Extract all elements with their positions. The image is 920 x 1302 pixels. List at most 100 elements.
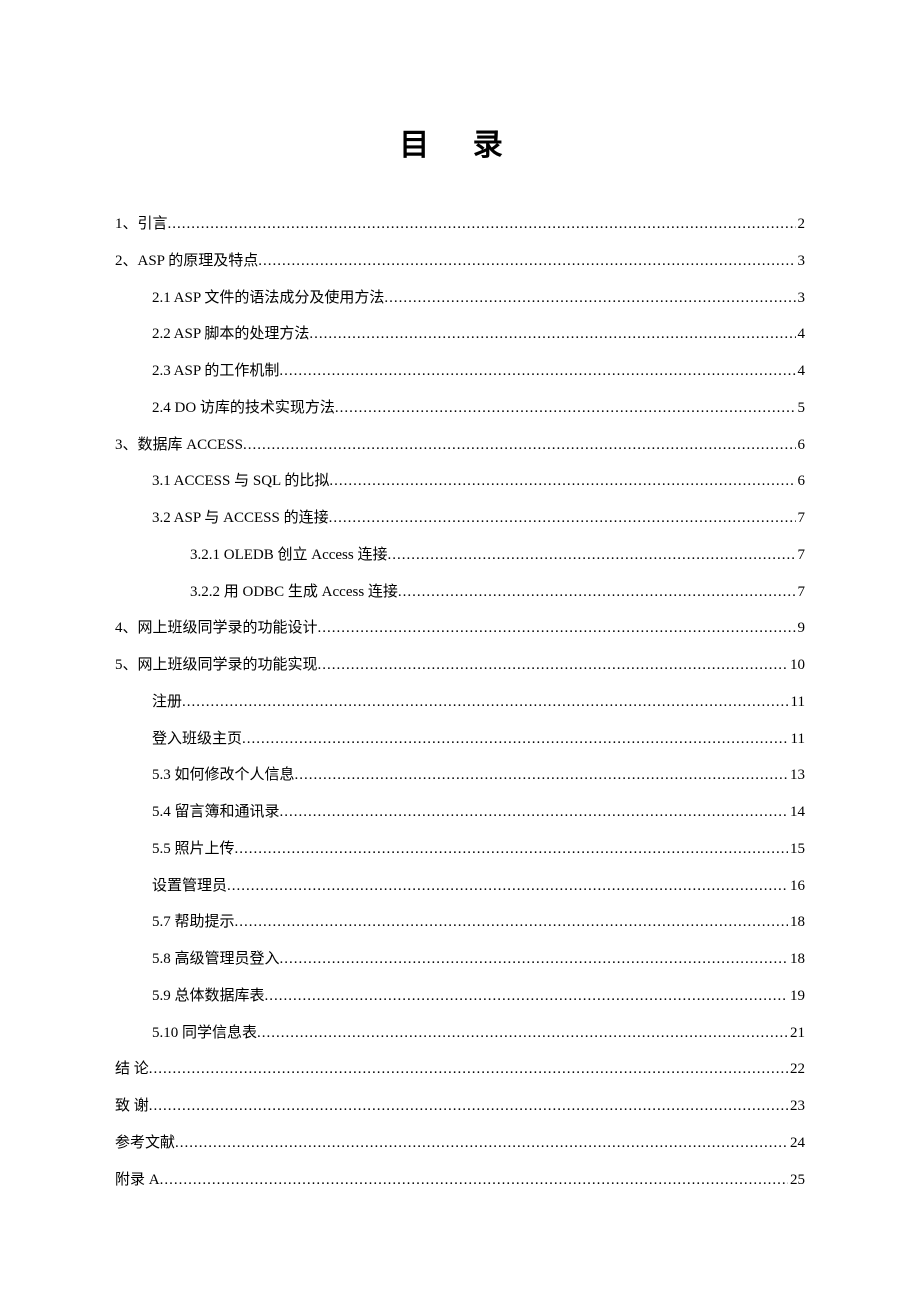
toc-entry: 5.9 总体数据库表 19 bbox=[115, 978, 805, 1015]
toc-entry: 3.1 ACCESS 与 SQL 的比拟 6 bbox=[115, 463, 805, 500]
toc-leader-dots bbox=[235, 904, 788, 941]
toc-entry-label: 3.1 ACCESS 与 SQL 的比拟 bbox=[152, 463, 329, 500]
toc-leader-dots bbox=[160, 1162, 788, 1199]
toc-leader-dots bbox=[329, 463, 795, 500]
toc-entry-label: 5.8 高级管理员登入 bbox=[152, 941, 280, 978]
toc-entry-page: 5 bbox=[796, 390, 806, 427]
toc-entry-label: 5.10 同学信息表 bbox=[152, 1015, 257, 1052]
toc-leader-dots bbox=[175, 1125, 788, 1162]
toc-entry-page: 11 bbox=[789, 684, 805, 721]
toc-entry-page: 21 bbox=[788, 1015, 805, 1052]
toc-entry: 4、网上班级同学录的功能设计 9 bbox=[115, 610, 805, 647]
toc-entry-label: 5.3 如何修改个人信息 bbox=[152, 757, 295, 794]
toc-entry-page: 14 bbox=[788, 794, 805, 831]
toc-entry-page: 11 bbox=[789, 721, 805, 758]
toc-entry: 3、数据库 ACCESS 6 bbox=[115, 427, 805, 464]
toc-leader-dots bbox=[309, 316, 795, 353]
toc-entry-page: 6 bbox=[796, 427, 806, 464]
toc-leader-dots bbox=[335, 390, 796, 427]
toc-entry-label: 4、网上班级同学录的功能设计 bbox=[115, 610, 318, 647]
document-page: 目 录 1、引言22、ASP 的原理及特点32.1 ASP 文件的语法成分及使用… bbox=[0, 0, 920, 1298]
toc-entry: 5.5 照片上传15 bbox=[115, 831, 805, 868]
toc-entry-page: 3 bbox=[796, 243, 806, 280]
toc-entry: 5.4 留言簿和通讯录14 bbox=[115, 794, 805, 831]
toc-leader-dots bbox=[280, 794, 788, 831]
toc-leader-dots bbox=[257, 1015, 788, 1052]
toc-entry-label: 参考文献 bbox=[115, 1125, 175, 1162]
toc-entry-page: 22 bbox=[788, 1051, 805, 1088]
toc-entry-label: 2.1 ASP 文件的语法成分及使用方法 bbox=[152, 280, 384, 317]
toc-entry-page: 7 bbox=[796, 537, 806, 574]
toc-entry-label: 3.2.2 用 ODBC 生成 Access 连接 bbox=[190, 574, 398, 611]
toc-entry-page: 2 bbox=[796, 206, 806, 243]
toc-leader-dots bbox=[280, 941, 788, 978]
toc-entry-page: 24 bbox=[788, 1125, 805, 1162]
toc-leader-dots bbox=[258, 243, 795, 280]
toc-entry-page: 3 bbox=[796, 280, 806, 317]
toc-entry-label: 2.4 DO 访库的技术实现方法 bbox=[152, 390, 335, 427]
toc-leader-dots bbox=[149, 1051, 788, 1088]
toc-entry-page: 23 bbox=[788, 1088, 805, 1125]
toc-entry-label: 附录 A bbox=[115, 1162, 160, 1199]
toc-entry-label: 致 谢 bbox=[115, 1088, 149, 1125]
toc-entry-label: 2.2 ASP 脚本的处理方法 bbox=[152, 316, 309, 353]
toc-entry-page: 4 bbox=[796, 316, 806, 353]
toc-entry-label: 设置管理员 bbox=[152, 868, 227, 905]
toc-entry: 5.10 同学信息表 21 bbox=[115, 1015, 805, 1052]
toc-entry: 致 谢 23 bbox=[115, 1088, 805, 1125]
toc-entry-page: 16 bbox=[788, 868, 805, 905]
toc-entry: 2.3 ASP 的工作机制 4 bbox=[115, 353, 805, 390]
toc-entry-label: 3、数据库 ACCESS bbox=[115, 427, 243, 464]
toc-entry: 2、ASP 的原理及特点3 bbox=[115, 243, 805, 280]
toc-leader-dots bbox=[387, 537, 795, 574]
toc-entry: 1、引言 2 bbox=[115, 206, 805, 243]
toc-entry: 登入班级主页 11 bbox=[115, 721, 805, 758]
toc-entry-page: 19 bbox=[788, 978, 805, 1015]
toc-entry: 3.2.2 用 ODBC 生成 Access 连接 7 bbox=[115, 574, 805, 611]
toc-entry-label: 注册 bbox=[152, 684, 182, 721]
toc-leader-dots bbox=[182, 684, 789, 721]
toc-entry-label: 结 论 bbox=[115, 1051, 149, 1088]
toc-entry-label: 5、网上班级同学录的功能实现 bbox=[115, 647, 318, 684]
toc-entry: 附录 A25 bbox=[115, 1162, 805, 1199]
toc-entry: 5.3 如何修改个人信息13 bbox=[115, 757, 805, 794]
toc-entry-page: 18 bbox=[788, 941, 805, 978]
toc-entry: 5.7 帮助提示 18 bbox=[115, 904, 805, 941]
toc-leader-dots bbox=[235, 831, 788, 868]
toc-entry: 2.2 ASP 脚本的处理方法 4 bbox=[115, 316, 805, 353]
toc-entry-label: 5.9 总体数据库表 bbox=[152, 978, 265, 1015]
toc-leader-dots bbox=[265, 978, 788, 1015]
toc-leader-dots bbox=[227, 868, 788, 905]
toc-leader-dots bbox=[279, 353, 795, 390]
toc-entry: 5.8 高级管理员登入 18 bbox=[115, 941, 805, 978]
toc-leader-dots bbox=[242, 721, 789, 758]
toc-entry: 3.2.1 OLEDB 创立 Access 连接 7 bbox=[115, 537, 805, 574]
toc-entry: 参考文献 24 bbox=[115, 1125, 805, 1162]
toc-leader-dots bbox=[243, 427, 796, 464]
toc-entry-label: 1、引言 bbox=[115, 206, 168, 243]
toc-leader-dots bbox=[168, 206, 796, 243]
toc-entry-label: 登入班级主页 bbox=[152, 721, 242, 758]
toc-entry-page: 15 bbox=[788, 831, 805, 868]
toc-entry: 设置管理员 16 bbox=[115, 868, 805, 905]
toc-entry-page: 7 bbox=[796, 574, 806, 611]
toc-leader-dots bbox=[318, 647, 788, 684]
toc-entry-page: 6 bbox=[796, 463, 806, 500]
toc-entry: 3.2 ASP 与 ACCESS 的连接 7 bbox=[115, 500, 805, 537]
toc-entry-page: 7 bbox=[796, 500, 806, 537]
toc-leader-dots bbox=[149, 1088, 788, 1125]
toc-entry-page: 4 bbox=[796, 353, 806, 390]
toc-leader-dots bbox=[295, 757, 788, 794]
toc-entry-page: 9 bbox=[796, 610, 806, 647]
toc-leader-dots bbox=[384, 280, 795, 317]
toc-entry-label: 3.2 ASP 与 ACCESS 的连接 bbox=[152, 500, 329, 537]
toc-entry: 2.1 ASP 文件的语法成分及使用方法 3 bbox=[115, 280, 805, 317]
toc-entry-label: 5.7 帮助提示 bbox=[152, 904, 235, 941]
toc-entry-label: 3.2.1 OLEDB 创立 Access 连接 bbox=[190, 537, 387, 574]
toc-leader-dots bbox=[318, 610, 796, 647]
toc-entry-page: 18 bbox=[788, 904, 805, 941]
toc-entry: 2.4 DO 访库的技术实现方法 5 bbox=[115, 390, 805, 427]
table-of-contents: 1、引言22、ASP 的原理及特点32.1 ASP 文件的语法成分及使用方法32… bbox=[115, 206, 805, 1198]
toc-entry-label: 2.3 ASP 的工作机制 bbox=[152, 353, 279, 390]
toc-entry: 注册 11 bbox=[115, 684, 805, 721]
